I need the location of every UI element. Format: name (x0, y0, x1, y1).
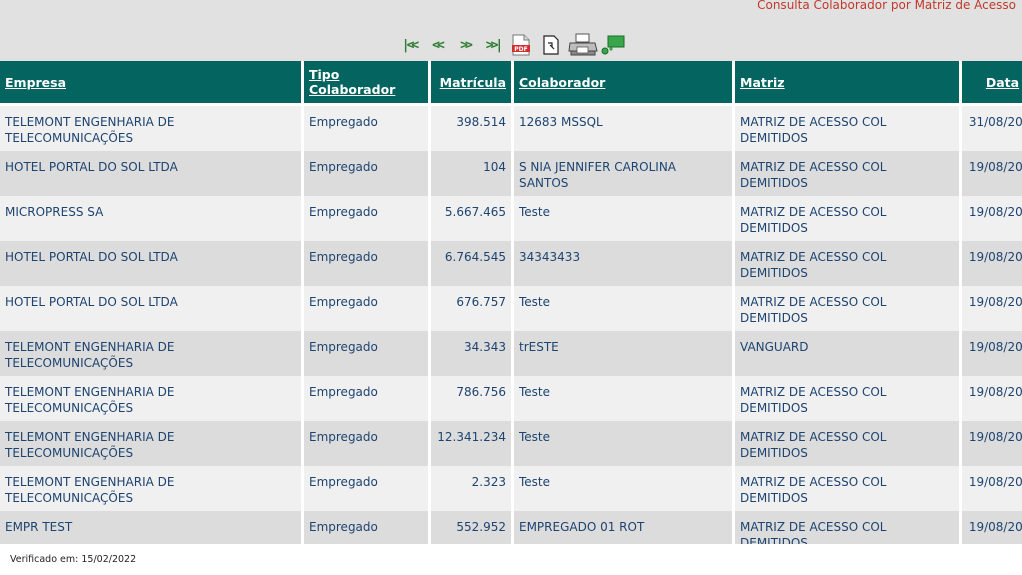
export-icon[interactable] (600, 33, 626, 57)
cell-empresa: TELEMONT ENGENHARIA DE TELECOMUNICAÇÕES (0, 466, 301, 511)
cell-matricula: 12.341.234 (431, 421, 511, 466)
pdf-icon-label: PDF (514, 46, 527, 53)
cell-tipo: Empregado (304, 241, 428, 286)
cell-matricula: 676.757 (431, 286, 511, 331)
cell-data: 19/08/2021 (962, 466, 1022, 511)
cell-matricula: 5.667.465 (431, 196, 511, 241)
cell-tipo: Empregado (304, 331, 428, 376)
cell-matriz: MATRIZ DE ACESSO COL DEMITIDOS (735, 376, 959, 421)
cell-matriz: MATRIZ DE ACESSO COL DEMITIDOS (735, 196, 959, 241)
cell-data: 19/08/2021 (962, 286, 1022, 331)
cell-matriz: MATRIZ DE ACESSO COL DEMITIDOS (735, 421, 959, 466)
top-bar: Consulta Colaborador por Matriz de Acess… (0, 0, 1022, 61)
column-header-data[interactable]: Data (962, 61, 1022, 106)
cell-colaborador: EMPREGADO 01 ROT (514, 511, 732, 544)
cell-matricula: 786.756 (431, 376, 511, 421)
cell-colaborador: Teste (514, 421, 732, 466)
cell-colaborador: Teste (514, 376, 732, 421)
cell-colaborador: Teste (514, 286, 732, 331)
column-header-matricula[interactable]: Matrícula (431, 61, 511, 106)
cell-colaborador: 34343433 (514, 241, 732, 286)
cell-empresa: TELEMONT ENGENHARIA DE TELECOMUNICAÇÕES (0, 106, 301, 151)
cell-colaborador: trESTE (514, 331, 732, 376)
table-header-row: Empresa Tipo Colaborador Matrícula Colab… (0, 61, 1022, 106)
cell-data: 19/08/2021 (962, 376, 1022, 421)
cell-matricula: 104 (431, 151, 511, 196)
results-table-container: Empresa Tipo Colaborador Matrícula Colab… (0, 61, 1022, 544)
column-header-tipo-colaborador[interactable]: Tipo Colaborador (304, 61, 428, 106)
cell-matricula: 34.343 (431, 331, 511, 376)
page-title: Consulta Colaborador por Matriz de Acess… (757, 0, 1016, 12)
cell-data: 19/08/2021 (962, 331, 1022, 376)
pdf-icon[interactable]: PDF (512, 34, 530, 56)
cell-matricula: 552.952 (431, 511, 511, 544)
cell-matriz: MATRIZ DE ACESSO COL DEMITIDOS (735, 106, 959, 151)
cell-matriz: MATRIZ DE ACESSO COL DEMITIDOS (735, 466, 959, 511)
cell-tipo: Empregado (304, 511, 428, 544)
table-row[interactable]: TELEMONT ENGENHARIA DE TELECOMUNICAÇÕES … (0, 106, 1022, 151)
column-header-empresa[interactable]: Empresa (0, 61, 301, 106)
cell-data: 19/08/2021 (962, 241, 1022, 286)
cell-tipo: Empregado (304, 106, 428, 151)
table-row[interactable]: TELEMONT ENGENHARIA DE TELECOMUNICAÇÕES … (0, 421, 1022, 466)
cell-data: 19/08/2021 (962, 196, 1022, 241)
cell-data: 19/08/2021 (962, 151, 1022, 196)
cell-matriz: VANGUARD (735, 331, 959, 376)
table-row[interactable]: TELEMONT ENGENHARIA DE TELECOMUNICAÇÕES … (0, 331, 1022, 376)
table-row[interactable]: HOTEL PORTAL DO SOL LTDA Empregado 104 S… (0, 151, 1022, 196)
previous-page-icon[interactable]: << (424, 33, 450, 57)
cell-colaborador: Teste (514, 196, 732, 241)
cell-empresa: TELEMONT ENGENHARIA DE TELECOMUNICAÇÕES (0, 331, 301, 376)
cell-tipo: Empregado (304, 466, 428, 511)
column-header-matriz[interactable]: Matriz (735, 61, 959, 106)
cell-matricula: 398.514 (431, 106, 511, 151)
table-row[interactable]: HOTEL PORTAL DO SOL LTDA Empregado 676.7… (0, 286, 1022, 331)
cell-matriz: MATRIZ DE ACESSO COL DEMITIDOS (735, 511, 959, 544)
cell-matricula: 6.764.545 (431, 241, 511, 286)
cell-empresa: EMPR TEST (0, 511, 301, 544)
cell-tipo: Empregado (304, 421, 428, 466)
verification-footer: Verificado em: 15/02/2022 (10, 554, 137, 565)
cell-matriz: MATRIZ DE ACESSO COL DEMITIDOS (735, 151, 959, 196)
column-header-colaborador[interactable]: Colaborador (514, 61, 732, 106)
table-row[interactable]: HOTEL PORTAL DO SOL LTDA Empregado 6.764… (0, 241, 1022, 286)
cell-empresa: HOTEL PORTAL DO SOL LTDA (0, 286, 301, 331)
cell-tipo: Empregado (304, 286, 428, 331)
cell-colaborador: 12683 MSSQL (514, 106, 732, 151)
cell-tipo: Empregado (304, 151, 428, 196)
cell-tipo: Empregado (304, 376, 428, 421)
cell-matricula: 2.323 (431, 466, 511, 511)
cell-colaborador: S NIA JENNIFER CAROLINA SANTOS (514, 151, 732, 196)
results-table: Empresa Tipo Colaborador Matrícula Colab… (0, 61, 1022, 544)
table-row[interactable]: TELEMONT ENGENHARIA DE TELECOMUNICAÇÕES … (0, 376, 1022, 421)
table-row[interactable]: TELEMONT ENGENHARIA DE TELECOMUNICAÇÕES … (0, 466, 1022, 511)
cell-data: 19/08/2021 (962, 421, 1022, 466)
cell-data: 31/08/2021 (962, 106, 1022, 151)
cell-empresa: HOTEL PORTAL DO SOL LTDA (0, 151, 301, 196)
cell-empresa: MICROPRESS SA (0, 196, 301, 241)
cell-colaborador: Teste (514, 466, 732, 511)
cell-empresa: TELEMONT ENGENHARIA DE TELECOMUNICAÇÕES (0, 421, 301, 466)
cell-matriz: MATRIZ DE ACESSO COL DEMITIDOS (735, 286, 959, 331)
toolbar: |<< << >> >>| PDF (396, 32, 626, 58)
table-row[interactable]: EMPR TEST Empregado 552.952 EMPREGADO 01… (0, 511, 1022, 544)
document-icon[interactable] (542, 34, 560, 56)
next-page-icon[interactable]: >> (452, 33, 478, 57)
cell-tipo: Empregado (304, 196, 428, 241)
cell-data: 19/08/2021 (962, 511, 1022, 544)
last-page-icon[interactable]: >>| (480, 33, 506, 57)
cell-empresa: HOTEL PORTAL DO SOL LTDA (0, 241, 301, 286)
printer-icon[interactable] (568, 33, 598, 57)
cell-matriz: MATRIZ DE ACESSO COL DEMITIDOS (735, 241, 959, 286)
cell-empresa: TELEMONT ENGENHARIA DE TELECOMUNICAÇÕES (0, 376, 301, 421)
first-page-icon[interactable]: |<< (396, 33, 422, 57)
table-row[interactable]: MICROPRESS SA Empregado 5.667.465 Teste … (0, 196, 1022, 241)
